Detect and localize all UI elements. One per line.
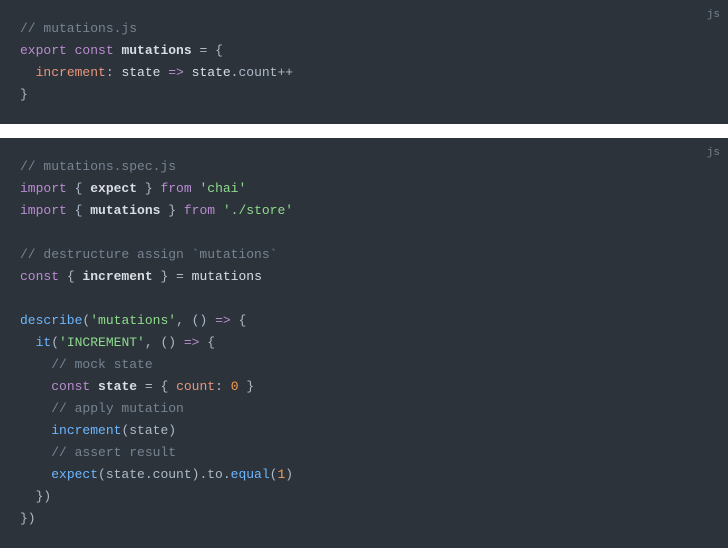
comment: // assert result [51,445,176,460]
kw-const: const [20,269,59,284]
punc: }) [20,511,36,526]
prop: count [176,379,215,394]
kw-from: from [184,203,215,218]
func-call: increment [51,423,121,438]
func-call: equal [231,467,270,482]
arrow: => [215,313,231,328]
punc: : [215,379,223,394]
kw-import: import [20,181,67,196]
string: 'INCREMENT' [59,335,145,350]
punc: ( [51,335,59,350]
lang-label: js [707,4,720,26]
kw-from: from [160,181,191,196]
ident: mutations [90,203,160,218]
string: 'chai' [199,181,246,196]
func-call: it [36,335,52,350]
punc: , () [176,313,215,328]
punc: { [59,269,82,284]
punc: } [160,203,183,218]
punc: { [67,181,90,196]
ident: increment [82,269,152,284]
punc: { [153,379,176,394]
code-block-spec: js // mutations.spec.js import { expect … [0,138,728,548]
op: = [145,379,153,394]
punc: } [20,87,28,102]
ident: expect [90,181,137,196]
code-content: // mutations.js export const mutations =… [20,18,708,106]
punc: .count++ [231,65,293,80]
ident: mutations [121,43,191,58]
punc: }) [20,489,51,504]
arrow: => [184,335,200,350]
ident: mutations [192,269,262,284]
comment: // apply mutation [51,401,184,416]
kw-import: import [20,203,67,218]
string: './store' [223,203,293,218]
code-block-mutations: js // mutations.js export const mutation… [0,0,728,124]
number: 0 [231,379,239,394]
punc: { [67,203,90,218]
punc: ) [285,467,293,482]
lang-label: js [707,142,720,164]
punc: = { [192,43,223,58]
ident: state [90,379,145,394]
string: 'mutations' [90,313,176,328]
punc: (state) [121,423,176,438]
punc: : [106,65,114,80]
punc: , () [145,335,184,350]
comment: // mutations.spec.js [20,159,176,174]
param: state [114,65,169,80]
kw-export: export [20,43,67,58]
punc: (state.count).to. [98,467,231,482]
punc: { [231,313,247,328]
comment: // mutations.js [20,21,137,36]
arrow: => [168,65,184,80]
code-content: // mutations.spec.js import { expect } f… [20,156,708,530]
func-call: expect [51,467,98,482]
kw-const: const [75,43,114,58]
comment: // destructure assign `mutations` [20,247,277,262]
punc: } = [153,269,192,284]
ident: state [184,65,231,80]
block-gap [0,124,728,138]
kw-const: const [51,379,90,394]
prop: increment [36,65,106,80]
punc: } [239,379,255,394]
func-call: describe [20,313,82,328]
punc: } [137,181,160,196]
comment: // mock state [51,357,152,372]
punc: { [199,335,215,350]
